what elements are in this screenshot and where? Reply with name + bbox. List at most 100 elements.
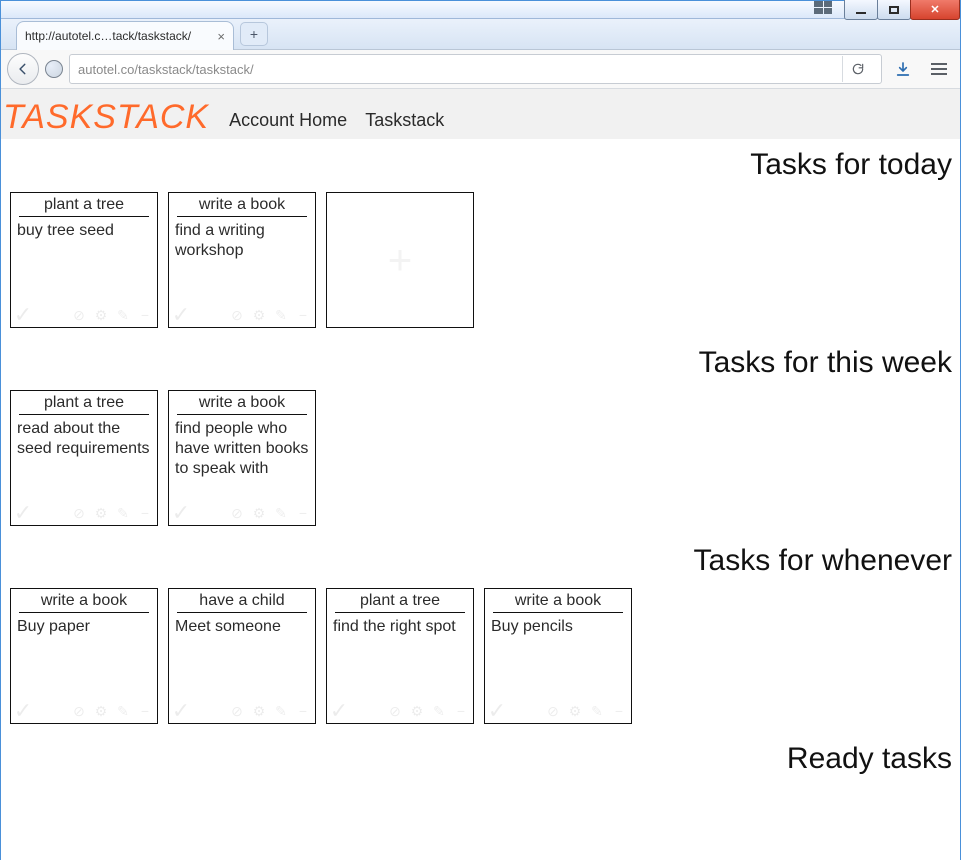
task-card[interactable]: write a book find people who have writte…: [168, 390, 316, 526]
minus-icon[interactable]: −: [137, 703, 153, 719]
tab-close-icon[interactable]: ×: [217, 29, 225, 44]
minus-icon[interactable]: −: [453, 703, 469, 719]
downloads-button[interactable]: [888, 54, 918, 84]
hamburger-menu-button[interactable]: [924, 54, 954, 84]
card-actions: ✓ ⊘ ⚙ ✎ −: [173, 703, 311, 719]
card-task: buy tree seed: [11, 217, 157, 241]
edit-icon[interactable]: ✎: [115, 307, 131, 323]
cards-week: plant a tree read about the seed require…: [1, 388, 960, 536]
browser-tab[interactable]: http://autotel.c…tack/taskstack/ ×: [16, 21, 234, 50]
new-tab-button[interactable]: +: [240, 22, 268, 46]
edit-icon[interactable]: ✎: [273, 505, 289, 521]
url-path: /taskstack/taskstack/: [134, 62, 253, 77]
card-task: find a writing workshop: [169, 217, 315, 261]
card-task: Meet someone: [169, 613, 315, 637]
minus-icon[interactable]: −: [611, 703, 627, 719]
minus-icon[interactable]: −: [295, 703, 311, 719]
gear-icon[interactable]: ⚙: [93, 307, 109, 323]
task-card[interactable]: write a book Buy paper ✓ ⊘ ⚙ ✎ −: [10, 588, 158, 724]
check-icon[interactable]: ✓: [15, 703, 31, 719]
circle-x-icon[interactable]: ⊘: [229, 703, 245, 719]
cards-today: plant a tree buy tree seed ✓ ⊘ ⚙ ✎ − wri…: [1, 190, 960, 338]
circle-x-icon[interactable]: ⊘: [71, 505, 87, 521]
gear-icon[interactable]: ⚙: [251, 505, 267, 521]
edit-icon[interactable]: ✎: [273, 703, 289, 719]
section-title-today: Tasks for today: [1, 140, 960, 190]
check-icon[interactable]: ✓: [173, 703, 189, 719]
edit-icon[interactable]: ✎: [431, 703, 447, 719]
spacer: [1, 784, 960, 860]
section-title-ready: Ready tasks: [1, 734, 960, 784]
card-actions: ✓ ⊘ ⚙ ✎ −: [489, 703, 627, 719]
minus-icon[interactable]: −: [137, 505, 153, 521]
check-icon[interactable]: ✓: [489, 703, 505, 719]
cards-whenever: write a book Buy paper ✓ ⊘ ⚙ ✎ − have a …: [1, 586, 960, 734]
gear-icon[interactable]: ⚙: [251, 703, 267, 719]
edit-icon[interactable]: ✎: [273, 307, 289, 323]
card-goal: write a book: [177, 193, 307, 217]
task-card[interactable]: plant a tree buy tree seed ✓ ⊘ ⚙ ✎ −: [10, 192, 158, 328]
window-controls: [845, 0, 960, 20]
site-identity-icon[interactable]: [45, 60, 63, 78]
reload-icon: [851, 62, 865, 76]
card-goal: write a book: [493, 589, 623, 613]
check-icon[interactable]: ✓: [173, 505, 189, 521]
browser-window: http://autotel.c…tack/taskstack/ × + aut…: [0, 0, 961, 860]
arrow-left-icon: [16, 62, 30, 76]
minus-icon[interactable]: −: [295, 505, 311, 521]
section-title-week: Tasks for this week: [1, 338, 960, 388]
gear-icon[interactable]: ⚙: [567, 703, 583, 719]
card-actions: ✓ ⊘ ⚙ ✎ −: [15, 307, 153, 323]
card-actions: ✓ ⊘ ⚙ ✎ −: [173, 307, 311, 323]
nav-taskstack[interactable]: Taskstack: [365, 110, 444, 131]
gear-icon[interactable]: ⚙: [251, 307, 267, 323]
window-title-bar: [1, 1, 960, 19]
address-bar[interactable]: autotel.co/taskstack/taskstack/: [69, 54, 882, 84]
check-icon[interactable]: ✓: [15, 505, 31, 521]
task-card[interactable]: write a book find a writing workshop ✓ ⊘…: [168, 192, 316, 328]
card-goal: write a book: [177, 391, 307, 415]
circle-x-icon[interactable]: ⊘: [545, 703, 561, 719]
task-card[interactable]: have a child Meet someone ✓ ⊘ ⚙ ✎ −: [168, 588, 316, 724]
gear-icon[interactable]: ⚙: [93, 505, 109, 521]
task-card[interactable]: write a book Buy pencils ✓ ⊘ ⚙ ✎ −: [484, 588, 632, 724]
card-actions: ✓ ⊘ ⚙ ✎ −: [15, 703, 153, 719]
check-icon[interactable]: ✓: [15, 307, 31, 323]
gear-icon[interactable]: ⚙: [409, 703, 425, 719]
check-icon[interactable]: ✓: [173, 307, 189, 323]
browser-toolbar: autotel.co/taskstack/taskstack/: [1, 50, 960, 89]
edit-icon[interactable]: ✎: [115, 703, 131, 719]
browser-tab-strip: http://autotel.c…tack/taskstack/ × +: [1, 19, 960, 50]
card-goal: plant a tree: [335, 589, 465, 613]
edit-icon[interactable]: ✎: [115, 505, 131, 521]
window-maximize-button[interactable]: [877, 0, 911, 20]
circle-x-icon[interactable]: ⊘: [229, 505, 245, 521]
nav-account-home[interactable]: Account Home: [229, 110, 347, 131]
add-task-card[interactable]: +: [326, 192, 474, 328]
edit-icon[interactable]: ✎: [589, 703, 605, 719]
window-minimize-button[interactable]: [844, 0, 878, 20]
back-button[interactable]: [7, 53, 39, 85]
gear-icon[interactable]: ⚙: [93, 703, 109, 719]
card-goal: plant a tree: [19, 193, 149, 217]
card-task: read about the seed requirements: [11, 415, 157, 459]
card-actions: ✓ ⊘ ⚙ ✎ −: [331, 703, 469, 719]
circle-x-icon[interactable]: ⊘: [387, 703, 403, 719]
minus-icon[interactable]: −: [137, 307, 153, 323]
reload-button[interactable]: [842, 56, 873, 82]
download-icon: [895, 61, 911, 77]
card-goal: write a book: [19, 589, 149, 613]
app-logo: TASKSTACK: [1, 96, 211, 139]
app-header: TASKSTACK Account Home Taskstack: [1, 89, 960, 140]
task-card[interactable]: plant a tree find the right spot ✓ ⊘ ⚙ ✎…: [326, 588, 474, 724]
minus-icon[interactable]: −: [295, 307, 311, 323]
check-icon[interactable]: ✓: [331, 703, 347, 719]
card-task: find the right spot: [327, 613, 473, 637]
circle-x-icon[interactable]: ⊘: [71, 703, 87, 719]
window-close-button[interactable]: [910, 0, 960, 20]
circle-x-icon[interactable]: ⊘: [71, 307, 87, 323]
circle-x-icon[interactable]: ⊘: [229, 307, 245, 323]
hamburger-icon: [931, 63, 947, 75]
card-task: Buy pencils: [485, 613, 631, 637]
task-card[interactable]: plant a tree read about the seed require…: [10, 390, 158, 526]
